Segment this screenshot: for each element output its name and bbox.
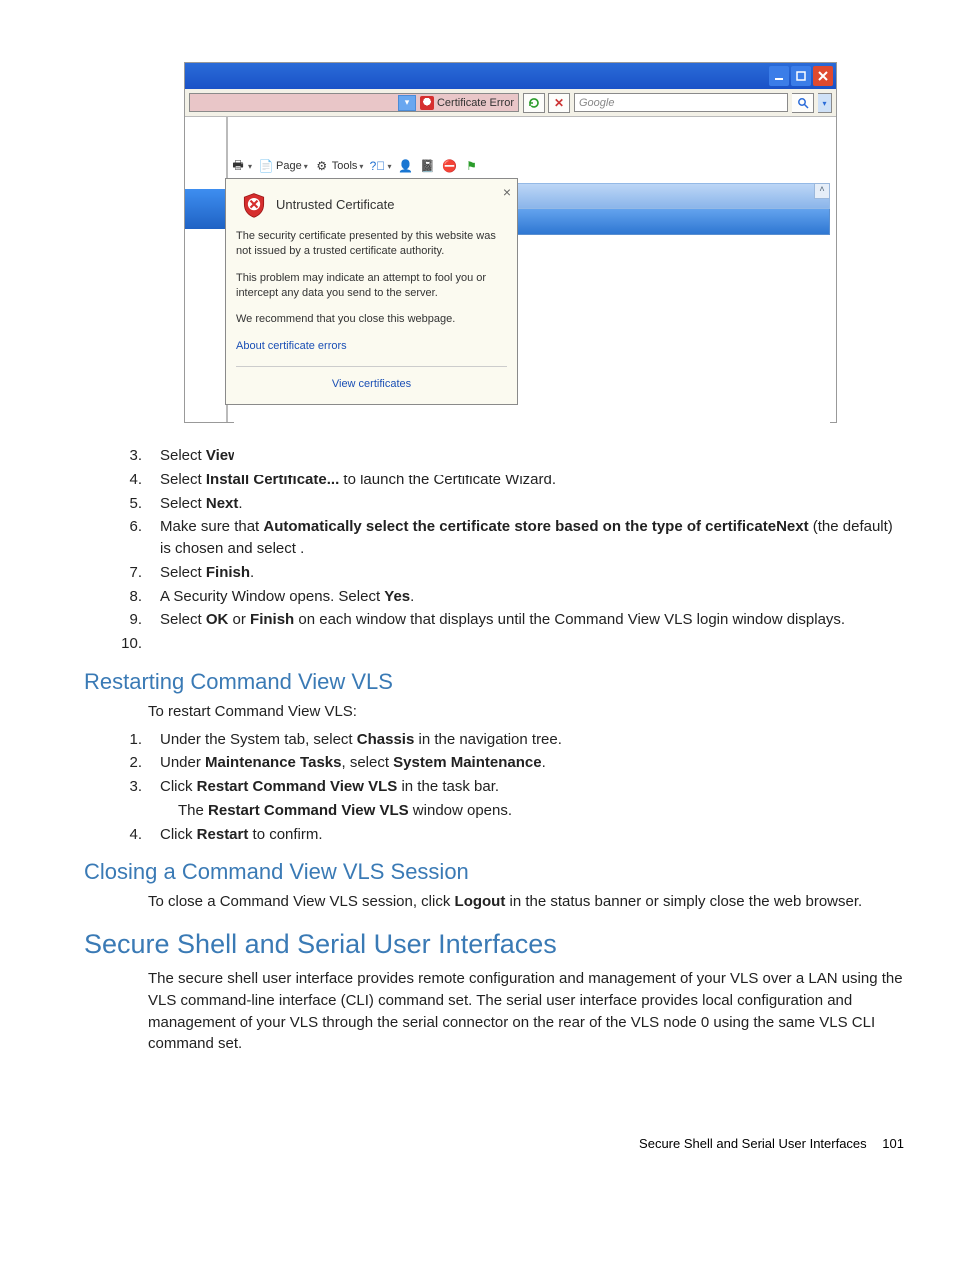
printer-icon: 🖶 (230, 158, 246, 174)
chevron-down-icon: ▾ (387, 162, 391, 171)
address-bar[interactable]: ▾ Certificate Error (189, 93, 519, 112)
list-item: 2.Under Maintenance Tasks, select System… (84, 752, 906, 774)
list-item: 1.Under the System tab, select Chassis i… (84, 729, 906, 751)
search-dropdown-icon[interactable]: ▾ (818, 93, 832, 113)
toolbar-strip: 🖶 ▾ 📄 Page ▾ ⚙ Tools ▾ (228, 155, 836, 177)
list-sub-item: The Restart Command View VLS window open… (178, 800, 906, 822)
search-placeholder: Google (579, 97, 614, 109)
shield-error-icon (420, 96, 434, 110)
chevron-down-icon: ▾ (304, 162, 308, 171)
certificate-error-label: Certificate Error (437, 97, 514, 109)
minimize-button[interactable] (769, 66, 789, 86)
popup-text-3: We recommend that you close this webpage… (236, 312, 507, 327)
stop-icon[interactable]: ⛔ (441, 158, 457, 174)
certificate-popup: × Untrusted Certificate The security cer… (225, 178, 518, 405)
address-dropdown-icon[interactable]: ▾ (398, 95, 416, 111)
heading-close: Closing a Command View VLS Session (84, 859, 906, 885)
chevron-down-icon: ▾ (248, 162, 252, 171)
refresh-button[interactable] (523, 93, 545, 113)
search-go-button[interactable] (792, 93, 814, 113)
popup-title: Untrusted Certificate (276, 196, 395, 214)
help-icon: ?⃝ (369, 158, 385, 174)
messenger-icon[interactable]: 👤 (397, 158, 413, 174)
instruction-list-b: 1.Under the System tab, select Chassis i… (84, 729, 906, 846)
search-input[interactable]: Google (574, 93, 788, 112)
view-certificates-link[interactable]: View certificates (236, 366, 507, 394)
print-button[interactable]: 🖶 ▾ (230, 158, 252, 174)
close-button[interactable] (813, 66, 833, 86)
stop-button[interactable]: ✕ (548, 93, 570, 113)
tools-menu[interactable]: ⚙ Tools ▾ (314, 158, 364, 174)
list-item: 7.Select Finish. (84, 562, 906, 584)
list-item: 9.Select OK or Finish on each window tha… (84, 609, 906, 631)
address-bar-row: ▾ Certificate Error ✕ Google (185, 89, 836, 117)
scroll-up-button[interactable]: ˄ (814, 183, 830, 199)
instruction-list-a: 3.Select View certificates. A Certificat… (84, 445, 906, 655)
footer-title: Secure Shell and Serial User Interfaces (639, 1136, 867, 1151)
list-item: 6.Make sure that Automatically select th… (84, 516, 906, 560)
certificate-error-chip[interactable]: Certificate Error (420, 96, 514, 110)
page-footer: Secure Shell and Serial User Interfaces … (0, 1061, 954, 1151)
list-item: 4.Click Restart to confirm. (84, 824, 906, 846)
shield-warning-icon (240, 191, 268, 219)
heading-ssh: Secure Shell and Serial User Interfaces (84, 929, 906, 960)
close-paragraph: To close a Command View VLS session, cli… (148, 891, 906, 913)
heading-restart: Restarting Command View VLS (84, 669, 906, 695)
tools-menu-label: Tools (332, 160, 358, 172)
popup-text-2: This problem may indicate an attempt to … (236, 271, 507, 301)
popup-close-button[interactable]: × (503, 183, 511, 202)
footer-page-number: 101 (882, 1136, 904, 1151)
about-cert-errors-link[interactable]: About certificate errors (236, 340, 347, 352)
list-item: 8.A Security Window opens. Select Yes. (84, 586, 906, 608)
list-item: 10. (84, 633, 906, 655)
selected-tab-marker (185, 189, 226, 229)
left-panel (185, 117, 227, 422)
titlebar (185, 63, 836, 89)
gear-icon: ⚙ (314, 158, 330, 174)
restart-intro: To restart Command View VLS: (148, 701, 906, 723)
help-button[interactable]: ?⃝ ▾ (369, 158, 391, 174)
list-item: 5.Select Next. (84, 493, 906, 515)
ssh-paragraph: The secure shell user interface provides… (148, 968, 906, 1055)
page-icon: 📄 (258, 158, 274, 174)
list-item: 3.Click Restart Command View VLS in the … (84, 776, 906, 798)
page-menu-label: Page (276, 160, 302, 172)
addon-icon[interactable]: ⚑ (463, 158, 479, 174)
popup-text-1: The security certificate presented by th… (236, 229, 507, 259)
page-menu[interactable]: 📄 Page ▾ (258, 158, 308, 174)
maximize-button[interactable] (791, 66, 811, 86)
chevron-down-icon: ▾ (359, 162, 363, 171)
research-icon[interactable]: 📓 (419, 158, 435, 174)
